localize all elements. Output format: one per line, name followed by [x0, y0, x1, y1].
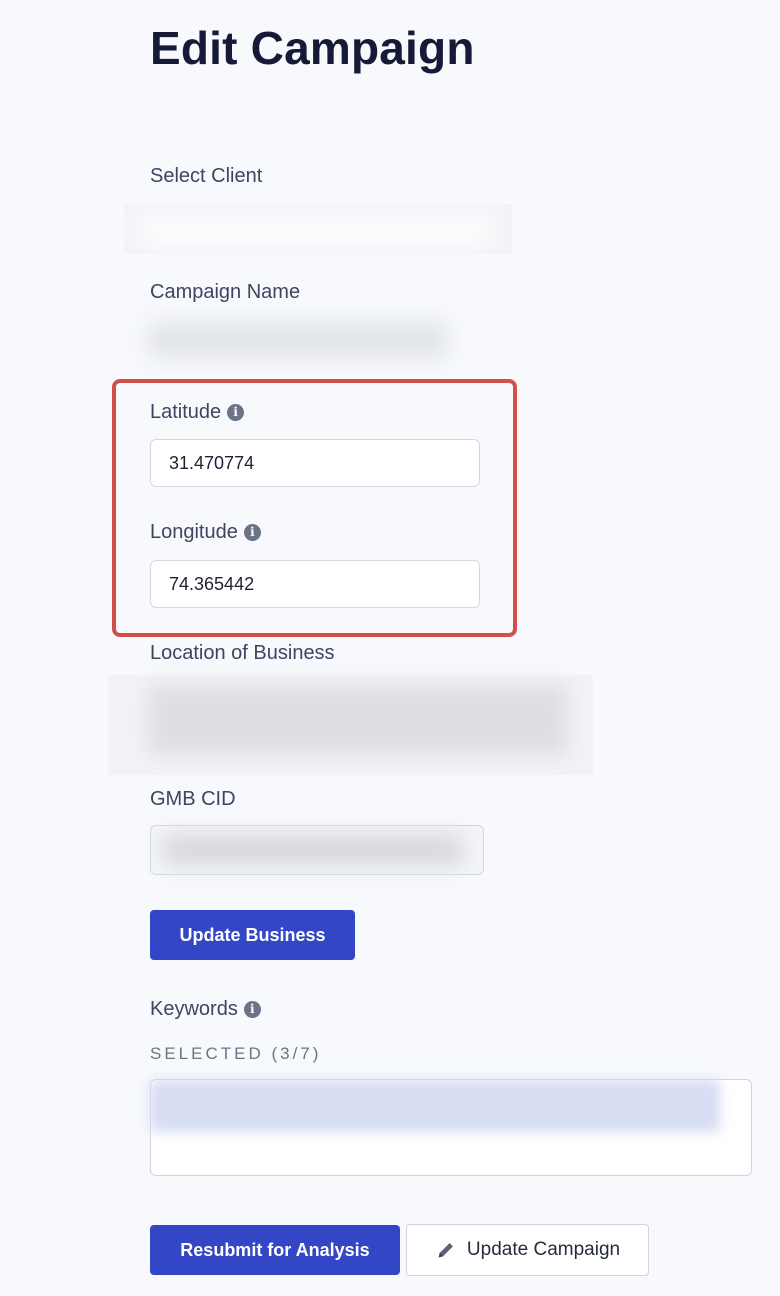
info-icon[interactable]: i	[227, 403, 245, 421]
location-redacted	[148, 685, 568, 755]
gmb-cid-field[interactable]	[150, 825, 484, 875]
select-client-redacted	[136, 210, 496, 248]
pencil-icon	[438, 1243, 453, 1258]
resubmit-analysis-button[interactable]: Resubmit for Analysis	[150, 1225, 400, 1275]
select-client-field[interactable]	[124, 204, 512, 254]
info-icon[interactable]: i	[243, 523, 261, 541]
longitude-label: Longitude i	[150, 520, 261, 544]
update-campaign-button[interactable]: Update Campaign	[406, 1224, 649, 1276]
location-field[interactable]	[108, 675, 593, 775]
longitude-input[interactable]: 74.365442	[150, 560, 480, 608]
campaign-name-field[interactable]	[130, 312, 480, 368]
keywords-label: Keywords i	[150, 997, 261, 1021]
location-label: Location of Business	[150, 642, 335, 664]
select-client-label: Select Client	[150, 165, 263, 187]
info-icon[interactable]: i	[243, 1000, 261, 1018]
selected-count-caption: SELECTED (3/7)	[150, 1044, 322, 1063]
page-title: Edit Campaign	[150, 22, 475, 74]
campaign-name-redacted	[148, 322, 448, 358]
campaign-name-label: Campaign Name	[150, 281, 301, 303]
latitude-label: Latitude i	[150, 400, 245, 424]
keywords-selected-redacted	[150, 1080, 720, 1132]
gmb-cid-label: GMB CID	[150, 788, 236, 810]
gmb-cid-redacted	[163, 834, 463, 866]
latitude-input[interactable]: 31.470774	[150, 439, 480, 487]
update-business-button[interactable]: Update Business	[150, 910, 355, 960]
update-campaign-label: Update Campaign	[466, 1239, 621, 1260]
